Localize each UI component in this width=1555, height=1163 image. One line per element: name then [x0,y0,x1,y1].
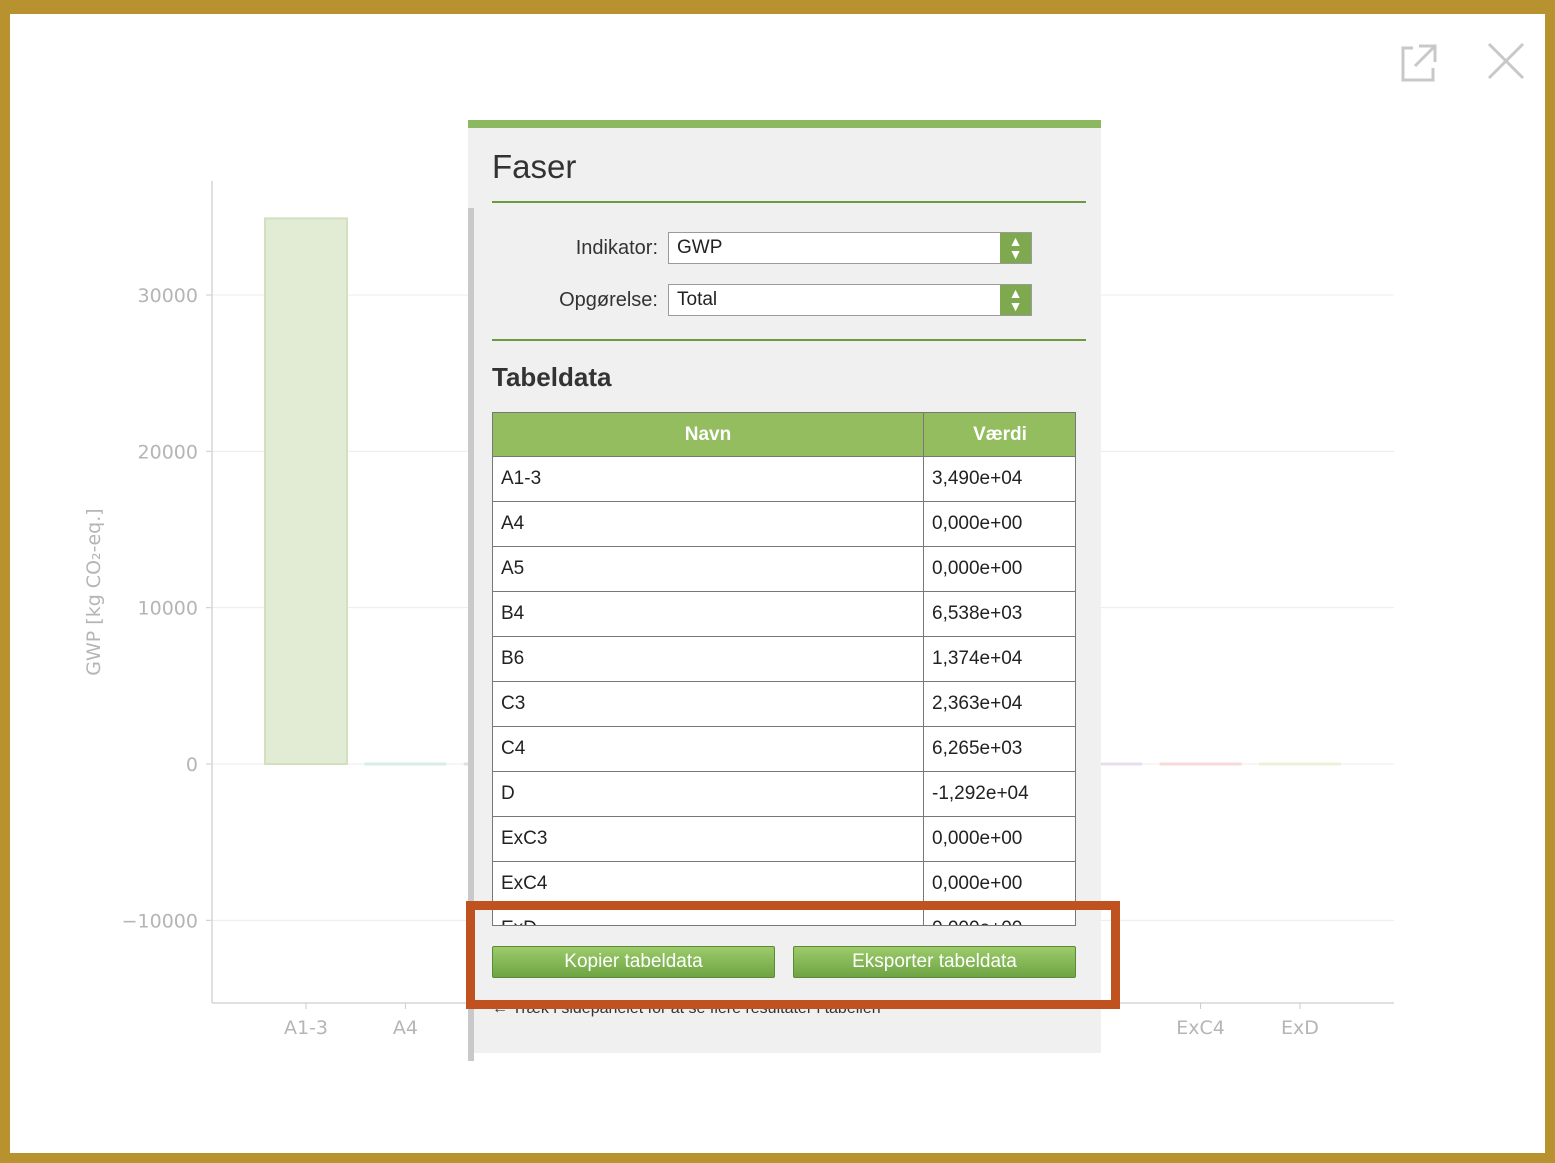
table-row: ExC3 0,000e+00 [493,816,1075,862]
row-name: A4 [493,501,924,547]
table-row: B4 6,538e+03 [493,591,1075,637]
table-row: C4 6,265e+03 [493,726,1075,772]
opgorelse-value: Total [677,289,718,310]
bar-A1-3 [264,217,348,765]
column-header-navn[interactable]: Navn [493,413,924,457]
opgorelse-select[interactable]: Total ▲ ▼ [668,284,1032,316]
divider [492,201,1086,203]
opgorelse-label: Opgørelse: [559,289,658,311]
row-value: 6,265e+03 [923,726,1075,772]
y-axis-label: GWP [kg CO₂-eq.] [83,508,105,675]
row-name: A1-3 [493,456,924,502]
row-value: 6,538e+03 [923,591,1075,637]
column-header-vaerdi[interactable]: Værdi [923,413,1075,457]
row-name: ExC3 [493,816,924,862]
bar-ExC4 [1159,762,1242,766]
bar-A4 [364,762,447,766]
divider [492,339,1086,341]
row-value: 0,000e+00 [923,501,1075,547]
highlight-box [466,901,1120,1009]
row-value: 1,374e+04 [923,636,1075,682]
opgorelse-row: Opgørelse: Total ▲ ▼ [492,284,1086,318]
row-name: A5 [493,546,924,592]
table-row: A1-3 3,490e+04 [493,456,1075,502]
indicator-row: Indikator: GWP ▲ ▼ [492,232,1086,266]
x-tick-label: ExC4 [1176,1017,1225,1039]
table-row: D -1,292e+04 [493,771,1075,817]
table-row: ExC4 0,000e+00 [493,861,1075,907]
x-tick-label: ExD [1281,1017,1319,1039]
row-name: ExC4 [493,861,924,907]
row-value: -1,292e+04 [923,771,1075,817]
indicator-label: Indikator: [575,237,658,259]
y-tick-label: 0 [186,754,198,776]
panel-title: Faser [492,148,577,185]
row-value: 0,000e+00 [923,861,1075,907]
row-name: B4 [493,591,924,637]
row-name: B6 [493,636,924,682]
indicator-select[interactable]: GWP ▲ ▼ [668,232,1032,264]
table-title: Tabeldata [492,362,612,392]
select-arrows-icon: ▲ ▼ [1000,233,1031,263]
x-tick-label: A4 [393,1017,418,1039]
indicator-value: GWP [677,237,723,258]
x-tick-label: A1-3 [284,1017,328,1039]
table-scroll-area[interactable]: Navn Værdi A1-3 3,490e+04 A4 0,000e+00 A5 0… [492,412,1076,926]
y-tick-label: 20000 [138,441,198,463]
row-name: D [493,771,924,817]
table-row: B6 1,374e+04 [493,636,1075,682]
select-arrows-icon: ▲ ▼ [1000,285,1031,315]
row-name: C3 [493,681,924,727]
row-name: C4 [493,726,924,772]
data-table: Navn Værdi A1-3 3,490e+04 A4 0,000e+00 A5 0… [493,413,1075,925]
table-row: A4 0,000e+00 [493,501,1075,547]
y-tick-label: 30000 [138,285,198,307]
row-value: 3,490e+04 [923,456,1075,502]
row-value: 0,000e+00 [923,816,1075,862]
table-row: C3 2,363e+04 [493,681,1075,727]
y-tick-label: 10000 [138,598,198,620]
table-row: A5 0,000e+00 [493,546,1075,592]
y-tick-label: −10000 [122,910,198,932]
bar-ExD [1259,762,1341,766]
row-value: 2,363e+04 [923,681,1075,727]
row-value: 0,000e+00 [923,546,1075,592]
